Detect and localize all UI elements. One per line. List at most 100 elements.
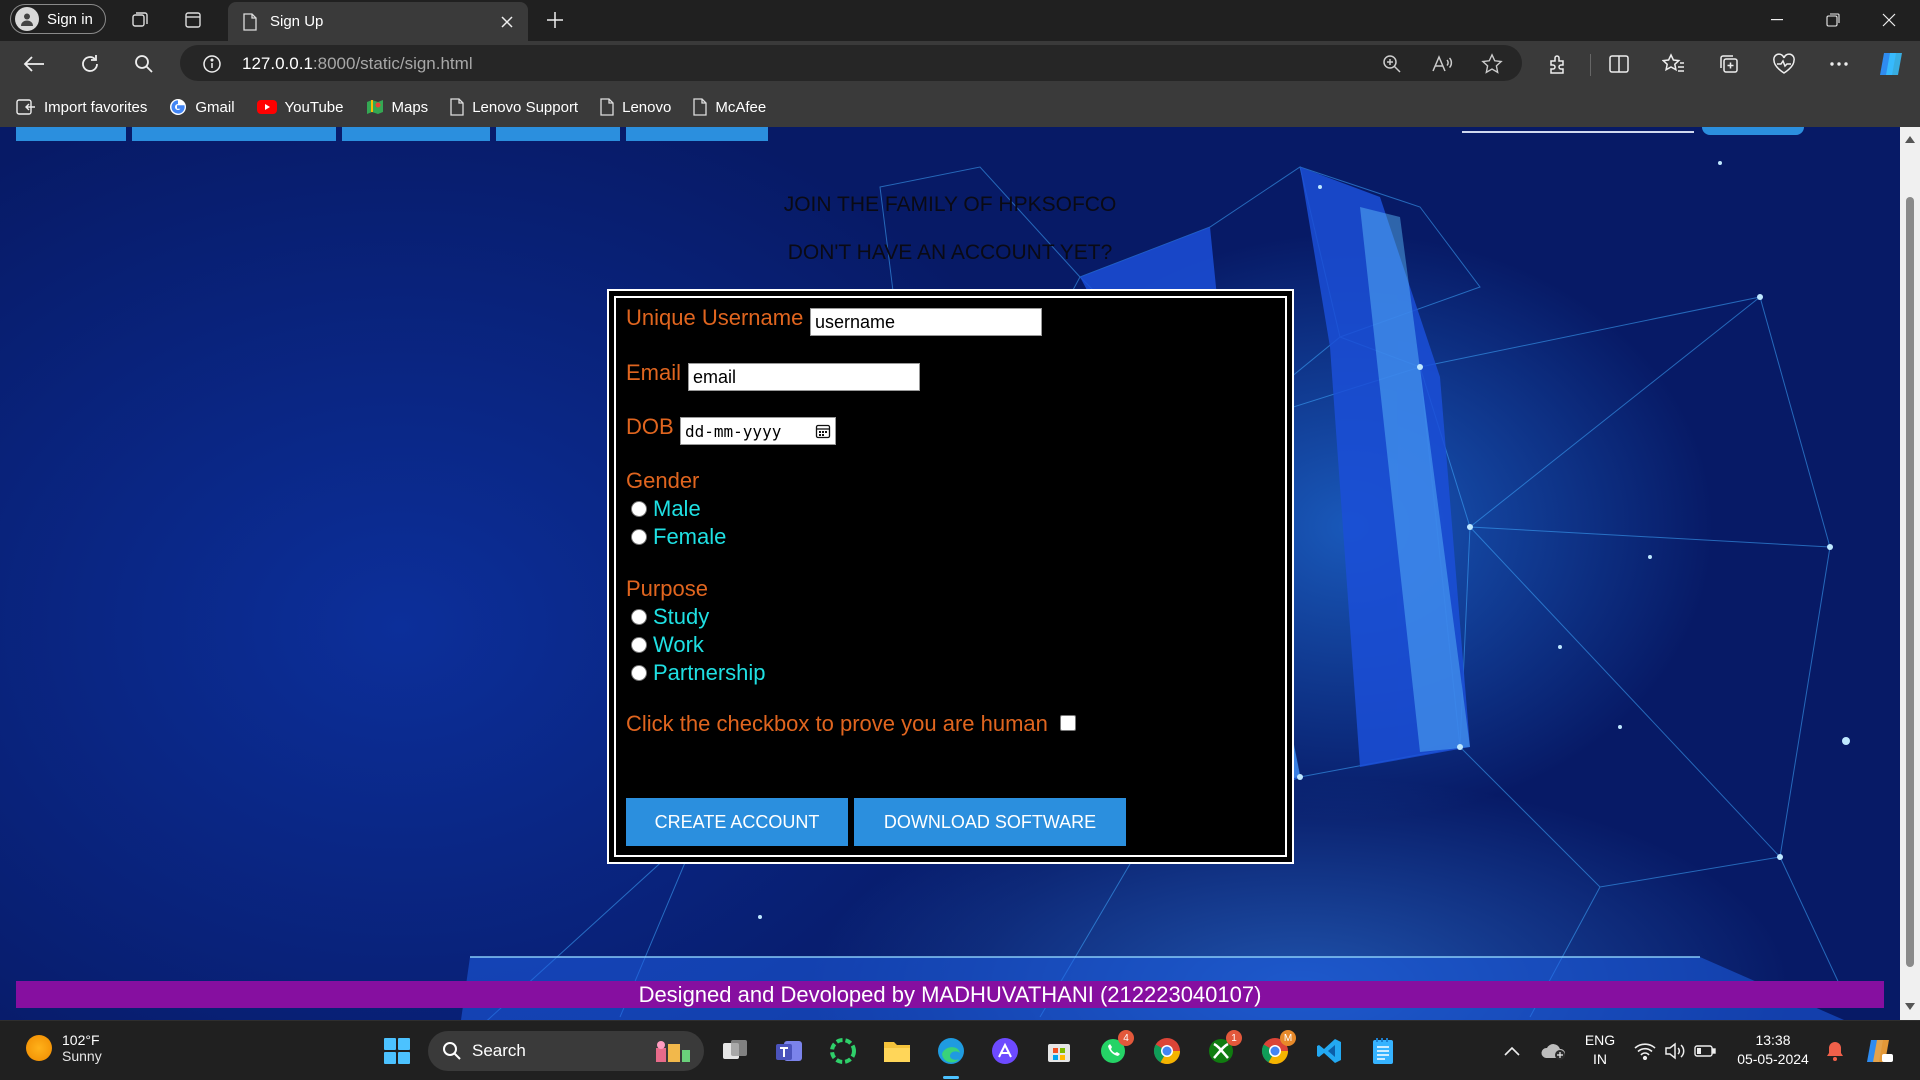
search-icon[interactable]	[130, 51, 158, 77]
language-indicator[interactable]: ENG IN	[1580, 1031, 1620, 1069]
scroll-down-icon[interactable]	[1905, 1003, 1915, 1010]
favorite-gmail[interactable]: Gmail	[169, 98, 235, 116]
xbox-icon[interactable]: 1	[1204, 1030, 1242, 1068]
edge-icon[interactable]	[934, 1034, 968, 1068]
proton-icon[interactable]	[988, 1034, 1022, 1068]
nav-tab-stub[interactable]	[132, 127, 336, 141]
vscode-icon[interactable]	[1312, 1034, 1346, 1068]
create-account-button[interactable]: CREATE ACCOUNT	[626, 798, 848, 846]
calendar-icon[interactable]	[815, 423, 831, 439]
scroll-up-icon[interactable]	[1905, 136, 1915, 143]
page-icon	[693, 98, 707, 116]
show-hidden-icons[interactable]	[1495, 1034, 1529, 1068]
radio-button[interactable]	[631, 665, 647, 681]
email-input[interactable]: email	[688, 363, 920, 391]
favorite-import[interactable]: Import favorites	[16, 98, 147, 116]
copilot-taskbar-icon[interactable]	[1862, 1034, 1896, 1068]
notepad-icon[interactable]	[1366, 1034, 1400, 1068]
gender-label: Gender	[626, 468, 700, 493]
profile-button[interactable]: Sign in	[10, 4, 106, 34]
more-options-icon[interactable]	[1825, 51, 1853, 77]
teams-icon[interactable]	[772, 1034, 806, 1068]
dob-input[interactable]: dd-mm-yyyy	[680, 417, 836, 445]
url-field[interactable]: 127.0.0.1:8000/static/sign.html	[180, 45, 1522, 81]
chrome-icon[interactable]	[1150, 1034, 1184, 1068]
extensions-icon[interactable]	[1544, 51, 1572, 77]
email-label: Email	[626, 360, 682, 385]
clock[interactable]: 13:38 05-05-2024	[1728, 1031, 1818, 1069]
chrome-profile-icon[interactable]: M	[1258, 1030, 1296, 1068]
tab-sign-up[interactable]: Sign Up	[228, 2, 528, 41]
search-field-edge[interactable]	[1462, 131, 1694, 133]
username-input[interactable]: username	[810, 308, 1042, 336]
nav-tab-stub[interactable]	[496, 127, 620, 141]
weather-widget[interactable]: 102°F Sunny	[26, 1032, 102, 1064]
microsoft-store-icon[interactable]	[1042, 1034, 1076, 1068]
radio-button[interactable]	[631, 637, 647, 653]
minimize-icon[interactable]	[1754, 8, 1800, 32]
notification-bell-icon[interactable]	[1818, 1034, 1852, 1068]
favorite-youtube[interactable]: YouTube	[256, 98, 344, 116]
wifi-icon[interactable]	[1628, 1034, 1662, 1068]
favorite-lenovo[interactable]: Lenovo	[600, 98, 671, 116]
gender-option-female[interactable]: Female	[631, 524, 726, 550]
battery-icon[interactable]	[1688, 1034, 1722, 1068]
page-icon	[600, 98, 614, 116]
collections-icon[interactable]	[1715, 51, 1743, 77]
favorite-star-icon[interactable]	[1480, 52, 1504, 76]
radio-button[interactable]	[631, 529, 647, 545]
dob-placeholder: dd-mm-yyyy	[685, 421, 782, 441]
page-footer: Designed and Devoloped by MADHUVATHANI (…	[16, 981, 1884, 1008]
human-checkbox[interactable]	[1060, 715, 1076, 731]
favorite-maps[interactable]: Maps	[366, 98, 428, 116]
volume-icon[interactable]	[1658, 1034, 1692, 1068]
site-info-icon[interactable]	[200, 52, 224, 76]
task-view-icon[interactable]	[718, 1034, 752, 1068]
favorite-lenovo-support[interactable]: Lenovo Support	[450, 98, 578, 116]
copilot-icon[interactable]	[1878, 51, 1906, 77]
circle-app-icon[interactable]	[826, 1034, 860, 1068]
page-icon	[242, 12, 258, 31]
favorite-mcafee[interactable]: McAfee	[693, 98, 766, 116]
option-label: Study	[653, 604, 710, 629]
close-window-icon[interactable]	[1866, 8, 1912, 32]
file-explorer-icon[interactable]	[880, 1034, 914, 1068]
refresh-icon[interactable]	[76, 51, 104, 77]
split-screen-icon[interactable]	[1605, 51, 1633, 77]
import-icon	[16, 98, 36, 116]
browser-essentials-icon[interactable]	[1770, 51, 1798, 77]
read-aloud-icon[interactable]	[1430, 52, 1454, 76]
search-button-edge[interactable]	[1702, 127, 1804, 135]
start-icon[interactable]	[380, 1034, 414, 1068]
nav-tab-stub[interactable]	[16, 127, 126, 141]
new-tab-icon[interactable]	[543, 8, 567, 32]
taskbar-search[interactable]: Search	[428, 1031, 704, 1071]
back-icon[interactable]	[20, 51, 48, 77]
scroll-thumb[interactable]	[1906, 197, 1914, 967]
download-software-button[interactable]: DOWNLOAD SOFTWARE	[854, 798, 1126, 846]
page-heading: JOIN THE FAMILY OF HPKSOFCO	[783, 193, 1117, 216]
workspaces-icon[interactable]	[128, 8, 152, 32]
purpose-option-study[interactable]: Study	[631, 604, 709, 630]
favorites-icon[interactable]	[1660, 51, 1688, 77]
favorite-label: McAfee	[715, 98, 767, 116]
page-viewport: JOIN THE FAMILY OF HPKSOFCO DON'T HAVE A…	[0, 127, 1920, 1020]
page-scrollbar[interactable]	[1900, 127, 1920, 1020]
radio-button[interactable]	[631, 501, 647, 517]
tab-actions-icon[interactable]	[181, 8, 205, 32]
onedrive-icon[interactable]	[1537, 1034, 1571, 1068]
purpose-option-work[interactable]: Work	[631, 632, 704, 658]
nav-tab-stub[interactable]	[626, 127, 768, 141]
radio-button[interactable]	[631, 609, 647, 625]
zoom-icon[interactable]	[1380, 52, 1404, 76]
nav-tab-stub[interactable]	[342, 127, 490, 141]
human-check-label: Click the checkbox to prove you are huma…	[626, 711, 1048, 736]
gender-option-male[interactable]: Male	[631, 496, 701, 522]
whatsapp-icon[interactable]: 4	[1096, 1030, 1134, 1068]
option-label: Male	[653, 496, 701, 521]
purpose-option-partnership[interactable]: Partnership	[631, 660, 766, 686]
close-tab-icon[interactable]	[500, 15, 514, 29]
favorite-label: YouTube	[284, 98, 344, 116]
restore-icon[interactable]	[1810, 8, 1856, 32]
windows-taskbar: 102°F Sunny Search 4 1 M ENG IN 13:38 05…	[0, 1020, 1920, 1080]
